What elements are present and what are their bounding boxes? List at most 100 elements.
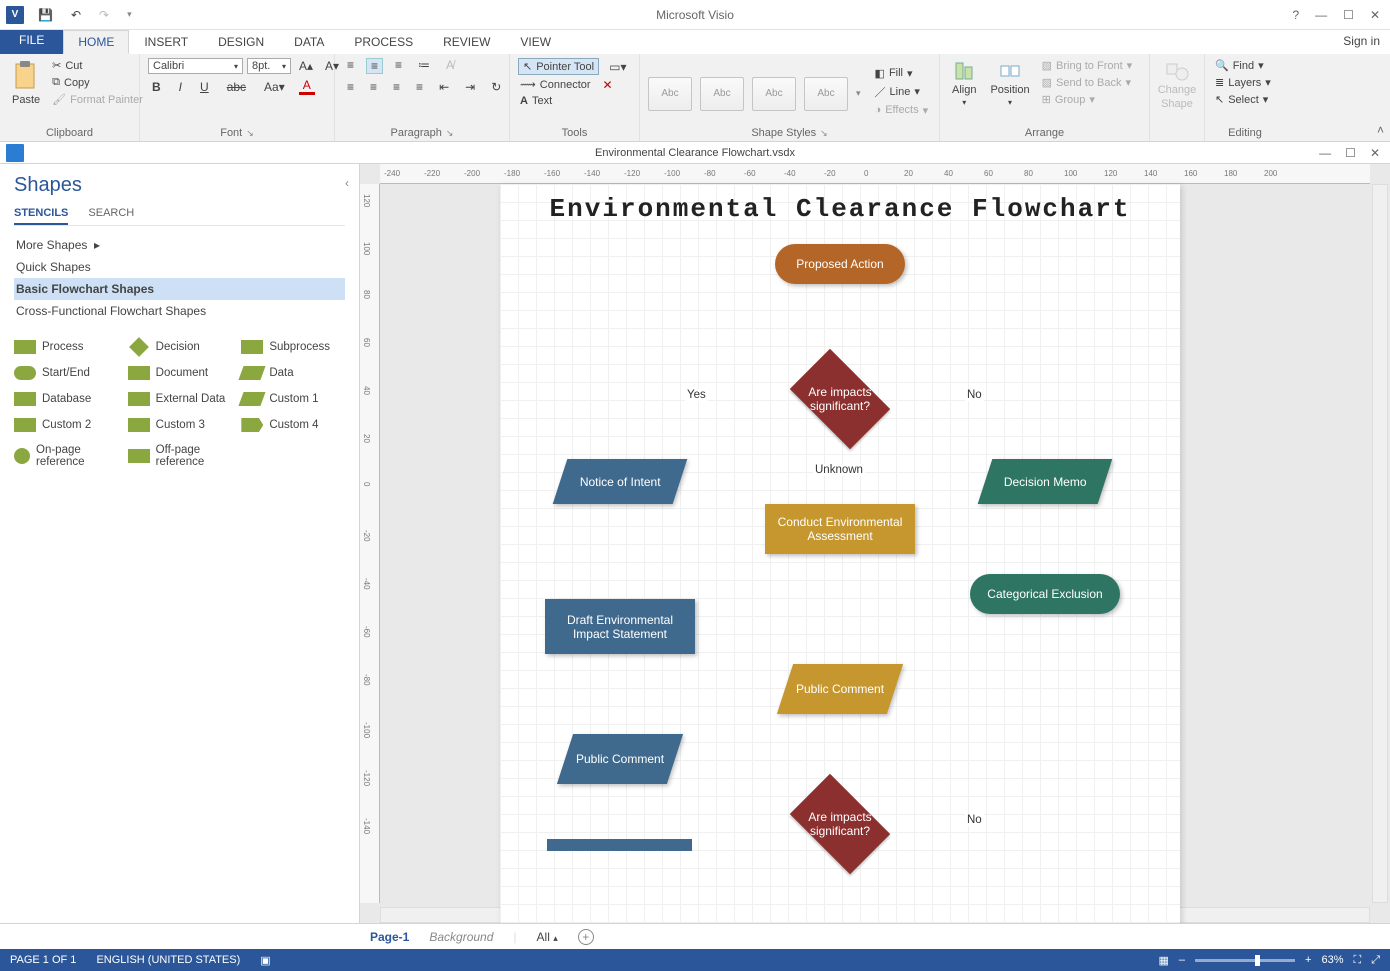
shape-external[interactable]: External Data [128,392,232,406]
page-tab-background[interactable]: Background [429,930,493,944]
align-top-icon[interactable]: ≡ [343,58,358,74]
style-swatch[interactable]: Abc [648,77,692,111]
doc-maximize-icon[interactable]: ☐ [1345,146,1356,160]
visio-icon[interactable]: V [6,6,24,24]
shapes-tab-search[interactable]: SEARCH [88,203,134,225]
align-left-icon[interactable]: ≡ [343,80,358,94]
fit-page-icon[interactable]: ⛶ [1353,954,1361,967]
full-screen-icon[interactable]: ⤢ [1371,954,1380,967]
justify-icon[interactable]: ≡ [412,80,427,94]
line-button[interactable]: ／Line ▾ [873,83,931,101]
shape-custom1[interactable]: Custom 1 [241,392,345,406]
vertical-scrollbar[interactable] [1372,184,1388,903]
indent-inc-icon[interactable]: ⇥ [461,80,479,94]
shape-custom4[interactable]: Custom 4 [241,418,345,432]
align-bottom-icon[interactable]: ≡ [391,58,406,74]
page-tab-all[interactable]: All ▴ [537,930,558,944]
qat-customize-icon[interactable]: ▾ [123,9,136,20]
shapes-collapse-icon[interactable]: ‹ [345,176,349,190]
bullets-icon[interactable]: ≔ [414,58,434,74]
undo-icon[interactable]: ↶ [67,8,85,22]
text-tool-button[interactable]: AText [518,94,554,108]
find-button[interactable]: 🔍Find ▾ [1213,58,1266,73]
close-icon[interactable]: ✕ [1370,8,1380,22]
style-swatch[interactable]: Abc [752,77,796,111]
case-icon[interactable]: Aa▾ [260,80,289,94]
styles-dialog-launcher-icon[interactable]: ↘ [816,128,828,138]
fc-decision-impacts[interactable]: Are impacts significant? [780,359,900,439]
cut-button[interactable]: ✂Cut [50,58,145,73]
zoom-slider[interactable] [1195,959,1295,962]
format-painter-button[interactable]: 🖌Format Painter [50,92,145,107]
fc-partial-box[interactable] [547,839,692,851]
fc-decision-memo[interactable]: Decision Memo [978,459,1113,504]
drawing-page[interactable]: Environmental Clearance Flowchart Prop [500,184,1180,923]
shape-startend[interactable]: Start/End [14,366,118,380]
maximize-icon[interactable]: ☐ [1343,8,1354,22]
styles-more-icon[interactable]: ▾ [856,88,861,99]
stencil-cross-functional[interactable]: Cross-Functional Flowchart Shapes [14,300,345,322]
shape-decision[interactable]: Decision [128,340,232,354]
shape-document[interactable]: Document [128,366,232,380]
fc-decision-impacts-2[interactable]: Are impacts significant? [780,784,900,864]
font-size-combo[interactable]: 8pt.▾ [247,58,291,74]
position-button[interactable]: Position▾ [986,58,1033,109]
font-name-combo[interactable]: Calibri▾ [148,58,243,74]
paragraph-dialog-launcher-icon[interactable]: ↘ [442,128,454,138]
effects-button[interactable]: ◑Effects ▾ [873,103,931,118]
fc-draft-eis[interactable]: Draft Environmental Impact Statement [545,599,695,654]
redo-icon[interactable]: ↷ [95,8,113,22]
status-language[interactable]: ENGLISH (UNITED STATES) [96,954,240,966]
select-button[interactable]: ↖Select ▾ [1213,92,1270,107]
align-middle-icon[interactable]: ≡ [366,58,383,74]
rectangle-tool-icon[interactable]: ▭▾ [605,60,630,74]
copy-button[interactable]: ⧉Copy [50,75,145,90]
indent-dec-icon[interactable]: ⇤ [435,80,453,94]
tab-insert[interactable]: INSERT [129,30,203,54]
tab-data[interactable]: DATA [279,30,339,54]
fc-notice-intent[interactable]: Notice of Intent [553,459,688,504]
send-back-button[interactable]: ▨Send to Back ▾ [1040,75,1135,90]
collapse-ribbon-icon[interactable]: ˄ [1377,123,1384,137]
fc-conduct-assessment[interactable]: Conduct Environmental Assessment [765,504,915,554]
shape-data[interactable]: Data [241,366,345,380]
clear-format-icon[interactable]: A̸ [442,58,458,74]
group-button[interactable]: ⊞Group ▾ [1040,92,1135,107]
underline-icon[interactable]: U [196,80,213,94]
connector-tool-button[interactable]: ⟿Connector [518,77,593,92]
stencil-more-shapes[interactable]: More Shapes ▸ [14,234,345,256]
shape-subprocess[interactable]: Subprocess [241,340,345,354]
macro-record-icon[interactable]: ▣ [260,954,270,967]
change-shape-button[interactable]: ChangeShape [1154,58,1201,112]
shape-custom3[interactable]: Custom 3 [128,418,232,432]
bring-front-button[interactable]: ▧Bring to Front ▾ [1040,58,1135,73]
shape-onpage-ref[interactable]: On-pagereference [14,444,118,468]
save-icon[interactable]: 💾 [34,8,57,22]
paste-button[interactable]: Paste [8,58,44,108]
stencil-basic-flowchart[interactable]: Basic Flowchart Shapes [14,278,345,300]
fill-button[interactable]: ◧Fill ▾ [873,66,931,81]
zoom-out-icon[interactable]: – [1179,954,1185,966]
tab-review[interactable]: REVIEW [428,30,505,54]
align-right-icon[interactable]: ≡ [389,80,404,94]
presentation-mode-icon[interactable]: ▦ [1158,954,1168,967]
shape-process[interactable]: Process [14,340,118,354]
help-icon[interactable]: ? [1292,8,1299,22]
minimize-icon[interactable]: — [1315,8,1327,22]
grow-font-icon[interactable]: A▴ [295,59,317,73]
tab-process[interactable]: PROCESS [339,30,428,54]
doc-close-icon[interactable]: ✕ [1370,146,1380,160]
shape-database[interactable]: Database [14,392,118,406]
shape-offpage-ref[interactable]: Off-pagereference [128,444,232,468]
pointer-tool-button[interactable]: ↖Pointer Tool [518,58,599,75]
page-tab-page1[interactable]: Page-1 [370,930,409,944]
style-swatch[interactable]: Abc [700,77,744,111]
doc-minimize-icon[interactable]: — [1319,146,1331,160]
canvas[interactable]: -240-220-200-180-160-140-120-100-80-60-4… [360,164,1390,923]
layers-button[interactable]: ≣Layers ▾ [1213,75,1273,90]
add-page-button[interactable]: + [578,929,594,945]
rotate-text-icon[interactable]: ↻ [487,80,505,94]
tab-design[interactable]: DESIGN [203,30,279,54]
italic-icon[interactable]: I [175,80,186,94]
shapes-tab-stencils[interactable]: STENCILS [14,203,68,225]
